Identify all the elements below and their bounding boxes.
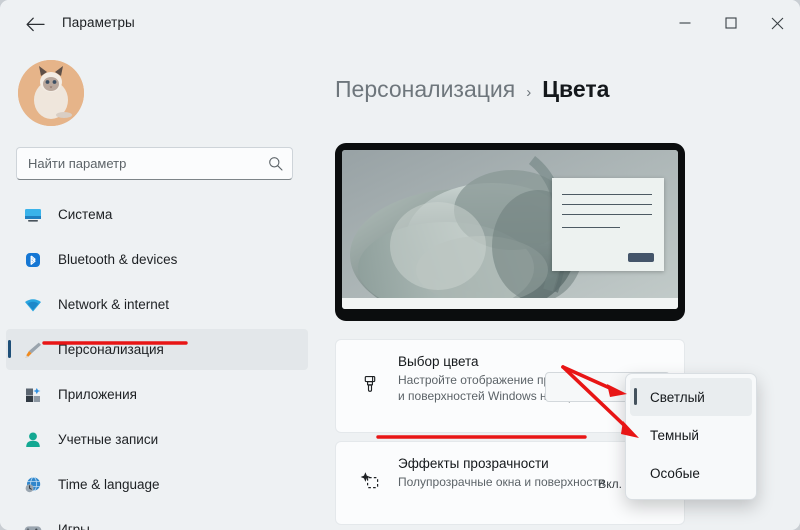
- apps-icon: [22, 384, 44, 406]
- dropdown-option-light[interactable]: Светлый: [630, 378, 752, 416]
- sidebar-item-personalization[interactable]: Персонализация: [6, 329, 308, 370]
- maximize-button[interactable]: [708, 0, 754, 46]
- breadcrumb: Персонализация › Цвета: [335, 76, 609, 103]
- sidebar-item-label: Network & internet: [58, 297, 170, 312]
- globe-clock-icon: [22, 474, 44, 496]
- color-mode-dropdown-flyout[interactable]: Светлый Темный Особые: [625, 373, 757, 500]
- back-arrow-icon: [25, 17, 45, 31]
- person-icon: [22, 429, 44, 451]
- sidebar-item-label: Time & language: [58, 477, 160, 492]
- sidebar: Найти параметр Система Bluetooth & devic…: [0, 46, 318, 530]
- sidebar-item-label: Игры: [58, 522, 90, 530]
- maximize-icon: [725, 17, 737, 29]
- monitor-icon: [22, 204, 44, 226]
- card-title: Эффекты прозрачности: [398, 456, 549, 471]
- page-title: Цвета: [542, 76, 610, 102]
- mock-taskbar: [342, 298, 678, 309]
- minimize-icon: [679, 22, 691, 24]
- sidebar-item-label: Персонализация: [58, 342, 164, 357]
- toggle-state-label: Вкл.: [598, 477, 622, 491]
- close-button[interactable]: [754, 0, 800, 46]
- sidebar-item-time-language[interactable]: Time & language: [6, 464, 308, 505]
- gamepad-icon: [22, 519, 44, 530]
- sidebar-item-gaming[interactable]: Игры: [6, 509, 308, 530]
- dropdown-option-custom[interactable]: Особые: [630, 454, 752, 492]
- sidebar-item-label: Система: [58, 207, 113, 222]
- sidebar-item-system[interactable]: Система: [6, 194, 308, 235]
- paintbrush-outline-icon: [358, 372, 382, 396]
- chevron-right-icon: ›: [526, 84, 532, 101]
- sidebar-nav: Система Bluetooth & devices Network & in…: [0, 194, 318, 530]
- sparkle-square-icon: [358, 468, 382, 492]
- paintbrush-icon: [22, 339, 44, 361]
- user-avatar-cat-photo: [18, 60, 84, 126]
- wifi-icon: [22, 294, 44, 316]
- sidebar-item-label: Bluetooth & devices: [58, 252, 178, 267]
- dropdown-option-label: Темный: [650, 427, 699, 443]
- window-title: Параметры: [62, 15, 135, 30]
- sidebar-item-network[interactable]: Network & internet: [6, 284, 308, 325]
- breadcrumb-parent-link[interactable]: Персонализация: [335, 76, 515, 103]
- close-icon: [771, 17, 783, 29]
- sidebar-item-bluetooth[interactable]: Bluetooth & devices: [6, 239, 308, 280]
- back-button[interactable]: [22, 12, 48, 36]
- sidebar-item-label: Учетные записи: [58, 432, 159, 447]
- bluetooth-icon: [22, 249, 44, 271]
- dropdown-option-label: Особые: [650, 465, 700, 481]
- search-icon: [268, 156, 283, 176]
- title-bar: Параметры: [0, 0, 800, 46]
- mock-window-button: [628, 253, 654, 262]
- card-description: Полупрозрачные окна и поверхности: [398, 475, 605, 489]
- mock-window-preview: [552, 178, 664, 271]
- sidebar-item-accounts[interactable]: Учетные записи: [6, 419, 308, 460]
- minimize-button[interactable]: [662, 0, 708, 46]
- wallpaper-preview: [342, 150, 678, 309]
- avatar[interactable]: [18, 60, 84, 126]
- monitor-preview: [335, 143, 685, 321]
- dropdown-option-label: Светлый: [650, 389, 705, 405]
- card-title: Выбор цвета: [398, 354, 479, 369]
- sidebar-item-apps[interactable]: Приложения: [6, 374, 308, 415]
- search-placeholder: Найти параметр: [28, 156, 127, 171]
- search-input[interactable]: Найти параметр: [16, 147, 293, 180]
- dropdown-option-dark[interactable]: Темный: [630, 416, 752, 454]
- sidebar-item-label: Приложения: [58, 387, 137, 402]
- settings-window: Параметры Найти параметр Система Bluetoo…: [0, 0, 800, 530]
